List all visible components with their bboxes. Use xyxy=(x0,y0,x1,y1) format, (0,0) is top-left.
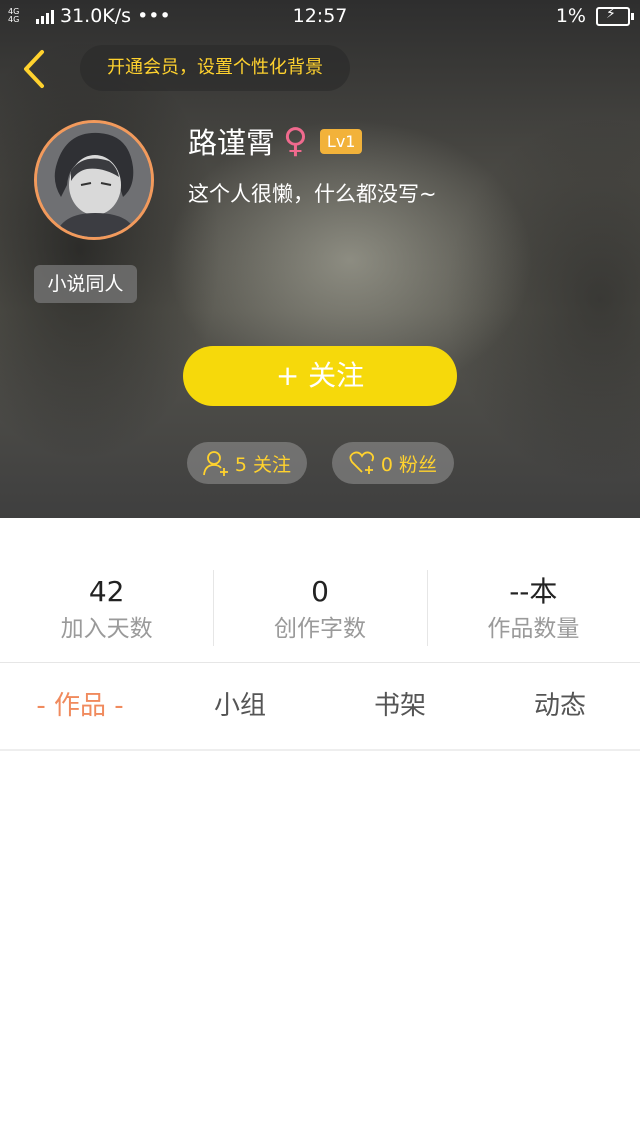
following-count: 5 关注 xyxy=(234,453,292,476)
stat-label: 作品数量 xyxy=(487,616,580,642)
vip-background-button[interactable]: 开通会员，设置个性化背景 xyxy=(80,45,350,91)
status-right: 1% ⚡ xyxy=(555,5,634,27)
username: 路谨霄 xyxy=(188,126,276,160)
stat-label: 加入天数 xyxy=(60,616,153,642)
follow-button[interactable]: + 关注 xyxy=(183,346,457,406)
clock: 12:57 xyxy=(292,5,348,27)
stat-works-count: --本 作品数量 xyxy=(426,570,640,646)
tab-groups[interactable]: 小组 xyxy=(160,663,320,749)
user-bio: 这个人很懒，什么都没写~ xyxy=(188,182,437,206)
tab-bookshelf[interactable]: 书架 xyxy=(320,663,480,749)
avatar-image xyxy=(37,123,151,237)
avatar[interactable] xyxy=(34,120,154,240)
status-bar: 4G 4G 31.0K/s ••• 12:57 1% ⚡ xyxy=(0,0,640,34)
name-row: 路谨霄 ♀ Lv1 xyxy=(188,120,363,162)
level-badge: Lv1 xyxy=(319,128,363,154)
heart-plus-icon xyxy=(349,451,374,474)
back-button[interactable] xyxy=(18,48,54,90)
tab-bar: - 作品 - 小组 书架 动态 xyxy=(0,663,640,749)
tab-activity[interactable]: 动态 xyxy=(480,663,640,749)
stat-label: 创作字数 xyxy=(273,616,366,642)
add-user-icon xyxy=(203,451,228,476)
battery-percent: 1% xyxy=(555,5,586,27)
category-tag: 小说同人 xyxy=(34,265,137,303)
following-button[interactable]: 5 关注 xyxy=(187,442,307,484)
tab-works[interactable]: - 作品 - xyxy=(0,663,160,749)
divider xyxy=(0,749,640,751)
stat-word-count: 0 创作字数 xyxy=(213,570,426,646)
profile-header: 4G 4G 31.0K/s ••• 12:57 1% ⚡ 开通会员，设置个性化背… xyxy=(0,0,640,518)
fans-count: 0 粉丝 xyxy=(380,453,438,476)
stat-value: --本 xyxy=(509,575,558,608)
battery-icon: ⚡ xyxy=(596,6,634,26)
female-icon: ♀ xyxy=(283,121,308,161)
stat-value: 42 xyxy=(88,575,125,608)
stat-join-days: 42 加入天数 xyxy=(0,570,213,646)
chevron-left-icon xyxy=(24,50,44,88)
stats-row: 42 加入天数 0 创作字数 --本 作品数量 xyxy=(0,570,640,646)
fans-button[interactable]: 0 粉丝 xyxy=(332,442,454,484)
stat-value: 0 xyxy=(311,575,329,608)
